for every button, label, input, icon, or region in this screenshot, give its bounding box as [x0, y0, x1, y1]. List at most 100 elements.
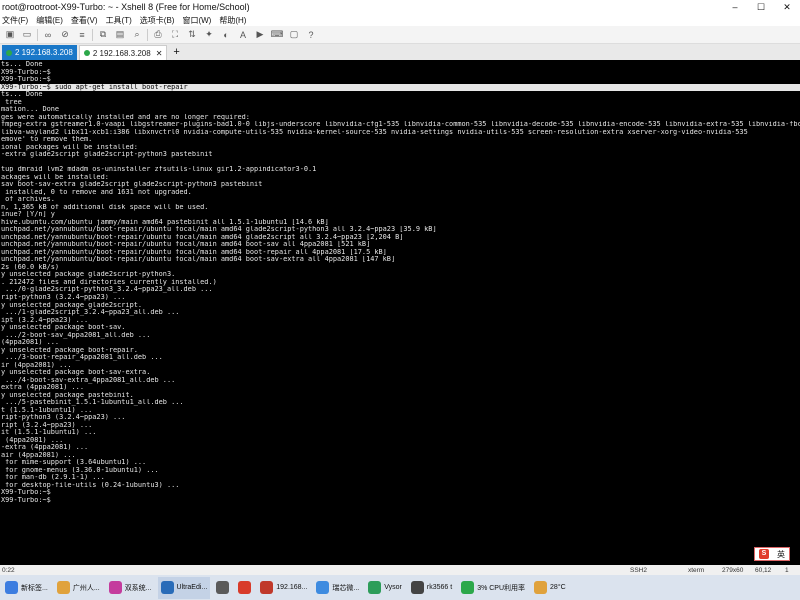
script-icon[interactable]: ▶: [253, 29, 267, 41]
terminal-line: y unselected package boot-repair.: [1, 346, 138, 354]
disconnect-icon[interactable]: ⊘: [58, 29, 72, 41]
terminal-line: .../3-boot-repair_4ppa2081_all.deb ...: [1, 354, 163, 362]
open-folder-icon[interactable]: ▭: [20, 29, 34, 41]
terminal-line: ir (4ppa2081) ...: [1, 361, 72, 369]
weather-widget[interactable]: 28°C: [531, 577, 569, 599]
taskbar-app[interactable]: 瑞芯微...: [313, 577, 362, 599]
tab-close-icon[interactable]: ✕: [156, 49, 163, 58]
terminal-line: fmpeg-extra gstreamer1.0-vaapi libgstrea…: [1, 121, 800, 129]
terminal-line: .../0-glade2script-python3_3.2.4~ppa23_a…: [1, 286, 213, 294]
terminal-line: inue? [Y/n] y: [1, 211, 55, 219]
terminal-line: installed, 0 to remove and 1631 not upgr…: [1, 188, 192, 196]
terminal-line: for mime-support (3.64ubuntu1) ...: [1, 459, 147, 467]
window-controls: – ☐ ✕: [722, 0, 800, 14]
terminal-line: .../2-boot-sav_4ppa2081_all.deb ...: [1, 331, 151, 339]
color-scheme-icon[interactable]: ◐: [219, 29, 233, 41]
taskbar-app[interactable]: rk3566 t: [408, 577, 455, 599]
toolbar-divider: [92, 28, 93, 41]
ime-indicator[interactable]: S 英: [754, 547, 790, 561]
taskbar-app-label: 3% CPU利用率: [477, 584, 526, 592]
lock-icon[interactable]: ▢: [287, 29, 301, 41]
app-icon: [160, 581, 174, 594]
terminal-line: ript (3.2.4~ppa23) ...: [1, 421, 93, 429]
close-button[interactable]: ✕: [774, 0, 800, 14]
taskbar-app[interactable]: Vysor: [365, 577, 405, 599]
xftp-icon[interactable]: ⇅: [185, 29, 199, 41]
taskbar-app[interactable]: [235, 577, 254, 599]
menu-tab[interactable]: 选项卡(B): [140, 15, 175, 26]
terminal-line: y unselected package boot-sav-extra.: [1, 369, 151, 377]
terminal-output[interactable]: ts... Done X99-Turbo:~$ X99-Turbo:~$ X99-Tu…: [0, 60, 800, 565]
terminal-line: y unselected package boot-sav.: [1, 324, 126, 332]
terminal-line: ts... Done: [1, 61, 43, 68]
toolbar: ▣ ▭ ∞ ⊘ ≡ ⧉ ▤ ⌕ ⎙ ⛶ ⇅ ✦ ◐ A ▶ ⌨ ▢ ?: [0, 26, 800, 44]
session-tabbar: 2 192.168.3.208 2 192.168.3.208 ✕ +: [0, 44, 800, 60]
find-icon[interactable]: ⌕: [130, 29, 144, 41]
menu-view[interactable]: 查看(V): [71, 15, 98, 26]
taskbar-app-label: 广州人...: [72, 584, 100, 592]
taskbar-app-label: rk3566 t: [426, 584, 453, 591]
taskbar-app[interactable]: UltraEdi...: [157, 576, 211, 599]
terminal-line: unchpad.net/yannubuntu/boot-repair/ubunt…: [1, 256, 396, 264]
link-icon[interactable]: ∞: [41, 29, 55, 41]
menu-bar: 文件(F) 编辑(E) 查看(V) 工具(T) 选项卡(B) 窗口(W) 帮助(…: [0, 14, 800, 26]
terminal-line: for gnome-menus (3.36.0-1ubuntu1) ...: [1, 466, 159, 474]
taskbar-app-label: 瑞芯微...: [332, 584, 360, 592]
connected-status-icon: [6, 49, 12, 56]
status-size: 279x60: [722, 566, 744, 574]
connected-status-icon: [83, 50, 90, 56]
cpu-usage-widget[interactable]: 3% CPU利用率: [458, 577, 528, 599]
terminal-line: mation... Done: [1, 106, 60, 114]
app-icon: [368, 581, 382, 594]
ime-language: 英: [777, 549, 785, 559]
menu-file[interactable]: 文件(F): [2, 15, 28, 26]
new-session-icon[interactable]: ▣: [3, 29, 17, 41]
terminal-line: ges were automatically installed and are…: [1, 113, 250, 121]
terminal-line: y unselected package glade2script.: [1, 301, 143, 309]
terminal-line: y unselected package pastebinit.: [1, 391, 134, 399]
taskbar-app[interactable]: 新标签...: [2, 577, 51, 599]
taskbar-app[interactable]: [213, 577, 232, 599]
taskbar-app[interactable]: 双系统...: [106, 577, 155, 599]
window-titlebar: root@rootroot-X99-Turbo: ~ - Xshell 8 (F…: [0, 0, 800, 14]
terminal-line: X99-Turbo:~$: [1, 496, 51, 504]
terminal-line: it (1.5.1-1ubuntu1) ...: [1, 429, 97, 437]
terminal-line: 2s (60.0 kB/s): [1, 263, 60, 271]
app-icon: [260, 581, 274, 594]
terminal-line: t (1.5.1-1ubuntu1) ...: [1, 406, 93, 414]
taskbar-app[interactable]: 广州人...: [54, 577, 103, 599]
terminal-line: ript-python3 (3.2.4~ppa23) ...: [1, 414, 126, 422]
toolbar-divider: [37, 28, 38, 41]
app-icon: [216, 581, 230, 594]
paste-icon[interactable]: ▤: [113, 29, 127, 41]
tab-session-2[interactable]: 2 192.168.3.208 ✕: [78, 45, 168, 60]
status-bar: 0:22 SSH2 xterm 279x60 60,12 1: [0, 565, 800, 575]
font-icon[interactable]: A: [236, 29, 250, 41]
add-tab-button[interactable]: +: [169, 45, 183, 60]
menu-window[interactable]: 窗口(W): [182, 15, 211, 26]
terminal-line: libva-wayland2 libx11-xcb1:i386 libxnvct…: [1, 128, 748, 136]
properties-icon[interactable]: ≡: [75, 29, 89, 41]
menu-edit[interactable]: 编辑(E): [36, 15, 63, 26]
help-icon[interactable]: ?: [304, 29, 318, 41]
print-icon[interactable]: ⎙: [151, 29, 165, 41]
app-icon: [410, 581, 424, 594]
xagent-icon[interactable]: ✦: [202, 29, 216, 41]
terminal-line: ipt (3.2.4~ppa23) ...: [1, 316, 89, 324]
taskbar-app[interactable]: 192.168...: [257, 577, 310, 599]
keyboard-icon[interactable]: ⌨: [270, 29, 284, 41]
fullscreen-icon[interactable]: ⛶: [168, 29, 182, 41]
menu-help[interactable]: 帮助(H): [219, 15, 246, 26]
window-title: root@rootroot-X99-Turbo: ~ - Xshell 8 (F…: [2, 2, 250, 12]
terminal-line: air (4ppa2081) ...: [1, 451, 76, 459]
terminal-line: . 212472 files and directories currently…: [1, 278, 217, 286]
minimize-button[interactable]: –: [722, 0, 748, 14]
terminal-line: unchpad.net/yannubuntu/boot-repair/ubunt…: [1, 226, 437, 234]
tab-session-1[interactable]: 2 192.168.3.208: [2, 45, 77, 60]
maximize-button[interactable]: ☐: [748, 0, 774, 14]
menu-tools[interactable]: 工具(T): [106, 15, 132, 26]
terminal-line: ional packages will be installed:: [1, 143, 138, 151]
terminal-line: -extra glade2script glade2script-python3…: [1, 151, 213, 159]
app-icon: [238, 581, 252, 594]
copy-icon[interactable]: ⧉: [96, 29, 110, 41]
